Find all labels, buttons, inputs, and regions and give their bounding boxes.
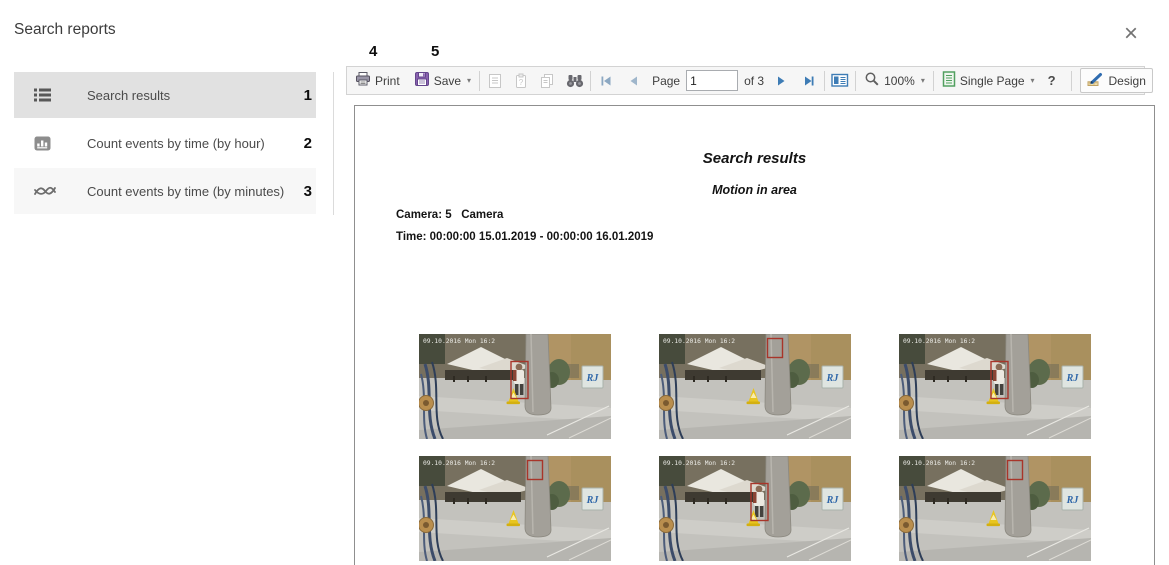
print-label: Print [375, 74, 400, 88]
toolbar-separator [933, 71, 934, 91]
report-camera-line: Camera: 5 Camera [396, 209, 503, 221]
annotation-badge: 1 [304, 87, 312, 104]
toolbar-separator [1071, 71, 1072, 91]
list-icon [34, 88, 56, 102]
svg-text:RJ: RJ [826, 373, 840, 384]
annotation-badge: 3 [304, 183, 312, 200]
magnifier-icon [864, 71, 880, 90]
chevron-down-icon: ▾ [1031, 76, 1035, 85]
design-pen-icon [1087, 71, 1105, 90]
find-binoculars-icon[interactable] [565, 71, 585, 91]
single-page-icon [942, 71, 956, 90]
sidebar-item-search-results[interactable]: Search results 1 [14, 72, 316, 118]
sidebar-item-count-by-minutes[interactable]: Count events by time (by minutes) 3 [14, 168, 316, 214]
line-chart-icon [34, 184, 56, 198]
svg-text:?: ? [519, 78, 524, 87]
view-mode-label: Single Page [960, 74, 1025, 88]
report-preview-page: Search results Motion in area Camera: 5 … [354, 105, 1155, 565]
clipboard-help-icon: ? [511, 71, 531, 91]
camera-snapshot: RJ 09.10.2016 Mon 16:2 [899, 456, 1091, 561]
camera-snapshot: RJ 09.10.2016 Mon 16:2 [899, 334, 1091, 439]
svg-text:09.10.2016 Mon 16:2: 09.10.2016 Mon 16:2 [423, 338, 495, 345]
svg-text:09.10.2016 Mon 16:2: 09.10.2016 Mon 16:2 [663, 460, 735, 467]
sidebar-divider [333, 72, 334, 215]
page-number-input[interactable] [686, 70, 738, 91]
zoom-value: 100% [884, 74, 915, 88]
copy-pages-icon [537, 71, 557, 91]
annotation-badge: 2 [304, 135, 312, 152]
toolbar-separator [479, 71, 480, 91]
help-button[interactable]: ? [1038, 73, 1066, 88]
svg-text:09.10.2016 Mon 16:2: 09.10.2016 Mon 16:2 [423, 460, 495, 467]
export-document-icon [485, 71, 505, 91]
multiple-pages-icon[interactable] [830, 71, 850, 91]
svg-text:RJ: RJ [1066, 495, 1080, 506]
toolbar-separator [824, 71, 825, 91]
annotation-badge: 5 [431, 43, 439, 60]
report-title: Search results [355, 150, 1154, 167]
annotation-badge: 4 [369, 43, 377, 60]
camera-snapshot: RJ 09.10.2016 Mon 16:2 [419, 456, 611, 561]
save-label: Save [434, 74, 461, 88]
sidebar-item-count-by-hour[interactable]: Count events by time (by hour) 2 [14, 120, 316, 166]
sidebar-item-label: Count events by time (by minutes) [87, 184, 284, 199]
svg-text:RJ: RJ [586, 373, 600, 384]
toolbar-separator [590, 71, 591, 91]
camera-snapshot: RJ 09.10.2016 Mon 16:2 [659, 334, 851, 439]
camera-snapshot: RJ 09.10.2016 Mon 16:2 [659, 456, 851, 561]
report-subtitle: Motion in area [355, 183, 1154, 197]
svg-text:RJ: RJ [1066, 373, 1080, 384]
camera-snapshot: RJ 09.10.2016 Mon 16:2 [419, 334, 611, 439]
chevron-down-icon: ▾ [921, 76, 925, 85]
svg-text:09.10.2016 Mon 16:2: 09.10.2016 Mon 16:2 [903, 460, 975, 467]
view-mode-button[interactable]: Single Page ▾ [939, 69, 1038, 92]
report-time-line: Time: 00:00:00 15.01.2019 - 00:00:00 16.… [396, 231, 653, 243]
sidebar-item-label: Search results [87, 88, 170, 103]
print-button[interactable]: Print [352, 69, 403, 92]
bar-chart-icon [34, 136, 56, 151]
page-total-label: of 3 [744, 74, 764, 88]
page-label: Page [652, 74, 680, 88]
first-page-icon[interactable] [596, 71, 616, 91]
save-button[interactable]: Save ▾ [411, 69, 474, 92]
svg-text:09.10.2016 Mon 16:2: 09.10.2016 Mon 16:2 [903, 338, 975, 345]
close-icon[interactable]: × [1124, 22, 1138, 46]
design-button[interactable]: Design [1080, 68, 1153, 93]
chevron-down-icon[interactable]: ▾ [467, 76, 471, 85]
design-label: Design [1109, 74, 1146, 88]
zoom-level-button[interactable]: 100% ▾ [861, 69, 928, 92]
previous-page-icon[interactable] [624, 71, 644, 91]
toolbar-separator [855, 71, 856, 91]
floppy-disk-icon [414, 71, 430, 90]
sidebar-item-label: Count events by time (by hour) [87, 136, 265, 151]
next-page-icon[interactable] [771, 71, 791, 91]
svg-text:RJ: RJ [826, 495, 840, 506]
printer-icon [355, 71, 371, 90]
svg-text:RJ: RJ [586, 495, 600, 506]
last-page-icon[interactable] [799, 71, 819, 91]
page-title: Search reports [14, 21, 116, 39]
report-viewer-toolbar: Print Save ▾ ? [346, 66, 1145, 95]
svg-text:09.10.2016 Mon 16:2: 09.10.2016 Mon 16:2 [663, 338, 735, 345]
